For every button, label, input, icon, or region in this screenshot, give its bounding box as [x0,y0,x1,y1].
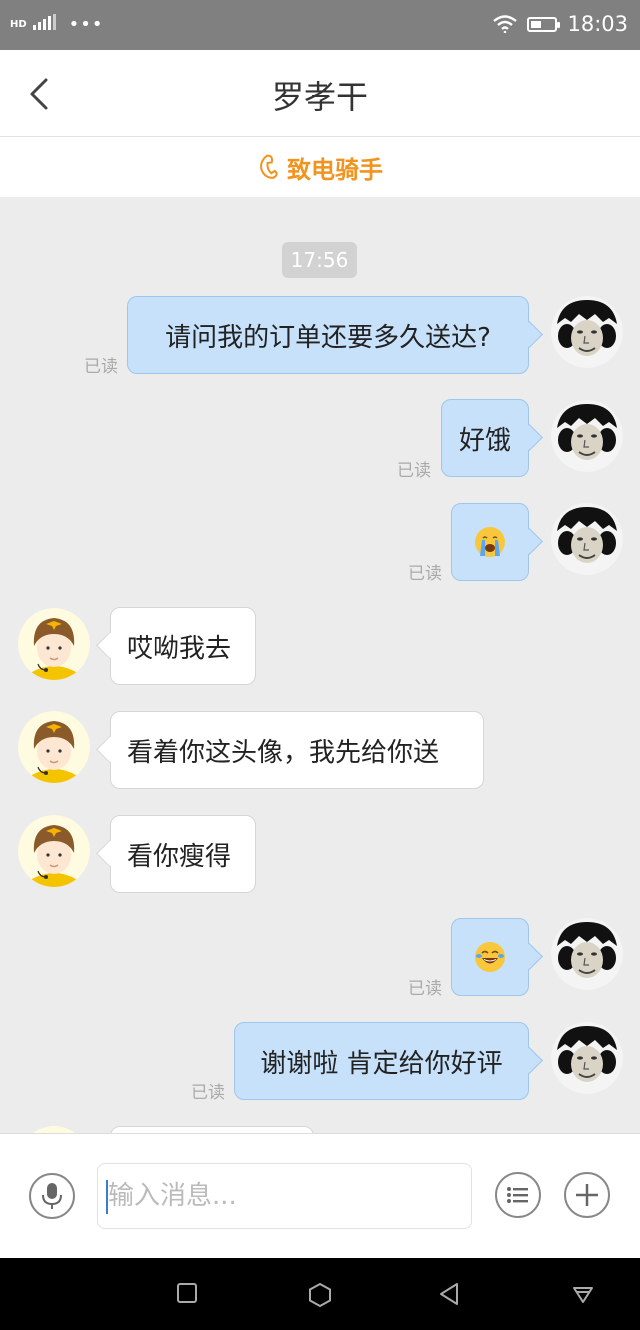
message-bubble-sent[interactable] [451,918,529,996]
rider-avatar[interactable] [18,608,90,680]
voice-input-button[interactable] [29,1173,75,1219]
message-bubble-sent[interactable]: 好饿 [441,399,529,477]
call-rider-label: 致电骑手 [287,155,383,184]
my-avatar[interactable] [551,1022,623,1094]
page-title: 罗孝干 [271,78,368,116]
read-status: 已读 [397,461,431,481]
text-cursor [106,1180,108,1214]
message-bubble-sent[interactable] [451,503,529,581]
back-triangle-icon[interactable] [438,1282,460,1306]
message-text: 好饿 [458,425,511,456]
header: 罗孝干 [0,50,640,137]
phone-icon [260,154,278,179]
status-bar: HD ••• 18:03 [0,0,640,50]
message-input[interactable] [97,1163,472,1229]
read-status: 已读 [84,357,118,377]
chat-timestamp: 17:56 [282,242,357,278]
microphone-icon [42,1183,62,1209]
signal-icon [32,14,56,30]
message-bubble-received[interactable]: 看你瘦得 [110,815,256,893]
tears-of-joy-emoji-icon [474,941,506,973]
plus-icon [576,1184,598,1206]
status-right: 18:03 [493,12,628,36]
message-bubble-received[interactable] [110,1126,314,1133]
read-status: 已读 [408,979,442,999]
status-left: HD ••• [10,14,104,35]
more-dots-icon: ••• [68,14,104,35]
crying-face-emoji-icon [474,526,506,558]
chat-area[interactable]: 17:56 已读 请问我的订单还要多久送达? 已读 好饿 已读 哎呦我去 看着你… [0,198,640,1133]
read-status: 已读 [191,1083,225,1103]
square-icon[interactable] [176,1282,198,1304]
rider-avatar[interactable] [18,815,90,887]
message-text: 看你瘦得 [127,841,232,872]
wifi-icon [493,15,518,33]
hexagon-icon[interactable] [307,1282,333,1308]
my-avatar[interactable] [551,503,623,575]
input-bar [0,1133,640,1259]
message-bubble-received[interactable]: 看着你这头像，我先给你送 [110,711,484,789]
message-text: 看着你这头像，我先给你送 [127,737,440,768]
message-bubble-sent[interactable]: 请问我的订单还要多久送达? [127,296,529,374]
my-avatar[interactable] [551,296,623,368]
message-text: 谢谢啦 肯定给你好评 [260,1048,503,1079]
status-time: 18:03 [567,12,628,36]
my-avatar[interactable] [551,400,623,472]
read-status: 已读 [408,564,442,584]
message-text: 请问我的订单还要多久送达? [165,322,491,353]
message-text: 哎呦我去 [127,633,232,664]
quick-phrases-button[interactable] [495,1172,541,1218]
rider-avatar[interactable] [18,711,90,783]
my-avatar[interactable] [551,918,623,990]
battery-level [531,20,542,28]
more-options-button[interactable] [564,1172,610,1218]
network-type-label: HD [10,19,27,30]
notification-down-icon[interactable] [571,1282,595,1306]
message-bubble-received[interactable]: 哎呦我去 [110,607,256,685]
call-rider-button[interactable]: 致电骑手 [0,137,640,197]
message-bubble-sent[interactable]: 谢谢啦 肯定给你好评 [234,1022,529,1100]
system-navigation-bar [0,1258,640,1330]
battery-icon [527,16,561,32]
rider-avatar[interactable] [18,1126,90,1133]
list-icon [507,1187,528,1203]
